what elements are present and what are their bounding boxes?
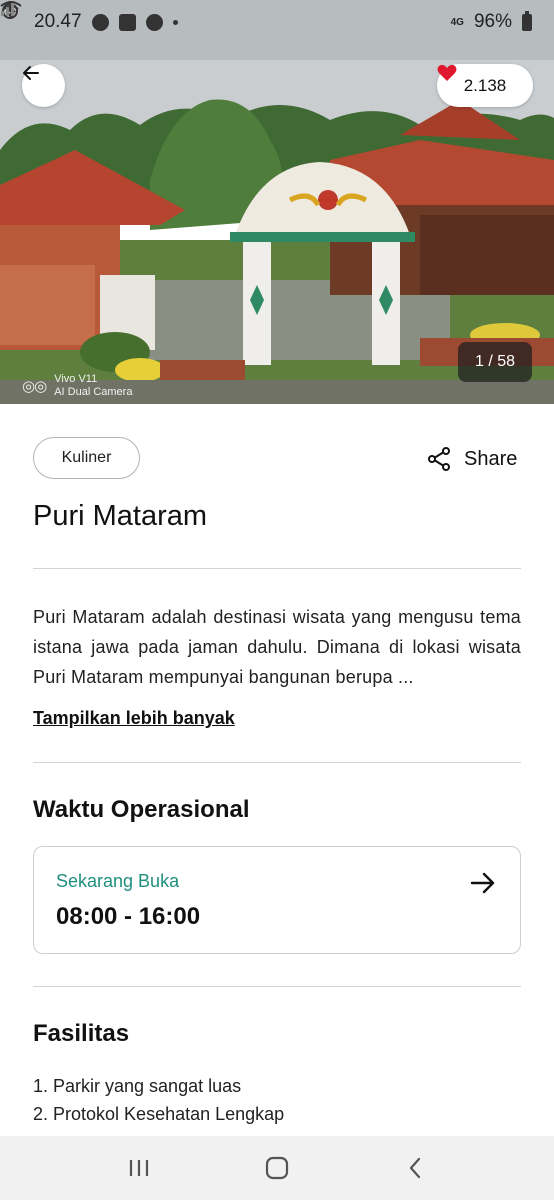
share-label: Share — [464, 447, 518, 470]
status-time: 20.47 — [34, 11, 82, 32]
place-description: Puri Mataram adalah destinasi wisata yan… — [33, 607, 521, 687]
chrome-notification-icon — [91, 13, 109, 31]
open-status: Sekarang Buka — [56, 871, 180, 891]
watermark-brand: Vivo V11 — [54, 373, 98, 385]
facility-list: 1. Parkir yang sangat luas 2. Protokol K… — [33, 1072, 284, 1128]
more-notifications-icon — [172, 19, 178, 25]
operational-section-title: Waktu Operasional — [33, 796, 250, 823]
operational-hours-card[interactable]: Sekarang Buka 08:00 - 16:00 — [33, 846, 521, 954]
chrome-notification-icon-2 — [145, 13, 163, 31]
camera-watermark: ◎◎ Vivo V11 AI Dual Camera — [22, 373, 132, 399]
heart-icon — [437, 64, 457, 81]
system-navigation-bar — [0, 1136, 554, 1200]
home-icon — [265, 1156, 289, 1180]
facilities-section-title: Fasilitas — [33, 1020, 130, 1047]
divider — [33, 568, 521, 569]
back-nav-button[interactable] — [395, 1148, 435, 1188]
show-more-link[interactable]: Tampilkan lebih banyak — [33, 708, 235, 729]
image-counter: 1 / 58 — [458, 342, 532, 382]
divider — [33, 986, 521, 987]
back-button[interactable] — [22, 64, 65, 107]
recents-icon — [129, 1160, 149, 1176]
battery-icon — [522, 10, 532, 31]
share-icon — [428, 447, 450, 471]
category-chip[interactable]: Kuliner — [33, 437, 140, 479]
camera-logo-icon: ◎◎ — [22, 378, 47, 395]
back-nav-icon — [409, 1157, 421, 1179]
hero-image[interactable]: 20.47 4G 96% 2.138 1 / 58 ◎◎ Vivo V11 AI… — [0, 0, 554, 404]
share-button[interactable]: Share — [428, 447, 517, 471]
facility-item: 2. Protokol Kesehatan Lengkap — [33, 1104, 285, 1124]
recents-button[interactable] — [119, 1148, 159, 1188]
status-bar: 20.47 4G 96% — [0, 0, 554, 44]
place-title: Puri Mataram — [33, 500, 208, 532]
divider — [33, 762, 521, 763]
like-button[interactable]: 2.138 — [437, 64, 533, 107]
network-type-label: 4G — [450, 16, 464, 28]
like-count: 2.138 — [463, 75, 507, 95]
detail-content: Kuliner Share Puri Mataram Puri Mataram … — [0, 404, 554, 1136]
signal-icon-2 — [1, 3, 14, 16]
gallery-notification-icon — [118, 13, 136, 31]
home-button[interactable] — [257, 1148, 297, 1188]
opening-hours: 08:00 - 16:00 — [56, 903, 201, 930]
battery-percent: 96% — [473, 11, 512, 32]
arrow-right-icon — [470, 872, 495, 894]
watermark-sub: AI Dual Camera — [54, 386, 133, 398]
back-arrow-icon — [23, 66, 39, 80]
facility-item: 1. Parkir yang sangat luas — [33, 1076, 242, 1096]
